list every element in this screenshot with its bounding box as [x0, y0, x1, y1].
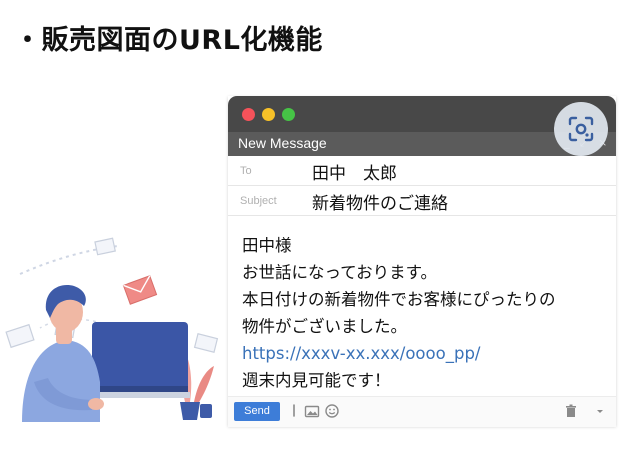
page-heading: ・販売図面のURL化機能: [14, 25, 323, 56]
to-label: To: [240, 165, 252, 177]
drawing-url-link[interactable]: https://xxxv-xx.xxx/oooo_pp/: [242, 340, 614, 367]
attach-icon[interactable]: [290, 403, 298, 419]
send-button[interactable]: Send: [234, 402, 280, 421]
to-field[interactable]: 田中 太郎: [312, 159, 397, 184]
more-options-icon[interactable]: [594, 403, 606, 419]
compose-footer: Send: [228, 396, 616, 427]
body-line: 田中様: [242, 236, 292, 255]
lens-scan-icon: [568, 116, 594, 142]
new-message-window: New Message _ ⤢ × To 田中 太郎 Subject 新着物件の…: [228, 96, 616, 427]
close-window-button[interactable]: [242, 108, 255, 121]
zoom-window-button[interactable]: [282, 108, 295, 121]
lens-scan-button[interactable]: [554, 102, 608, 156]
subject-label: Subject: [240, 195, 277, 207]
body-line: 本日付けの新着物件でお客様にぴったりの: [242, 290, 556, 309]
body-line: 週末内見可能です！: [242, 371, 391, 390]
body-line: お世話になっております。: [242, 263, 438, 282]
image-icon[interactable]: [304, 403, 320, 419]
body-line: 物件がございました。: [242, 317, 407, 336]
subject-field-row[interactable]: Subject 新着物件のご連絡: [228, 186, 616, 216]
message-window-title: New Message: [238, 135, 327, 151]
person-laptop-illustration: [5, 237, 219, 422]
minimize-window-button[interactable]: [262, 108, 275, 121]
to-field-row[interactable]: To 田中 太郎: [228, 156, 616, 186]
emoji-icon[interactable]: [324, 403, 340, 419]
message-body[interactable]: 田中様 お世話になっております。 本日付けの新着物件でお客様にぴったりの 物件が…: [242, 232, 614, 394]
trash-icon[interactable]: [564, 403, 578, 419]
subject-field[interactable]: 新着物件のご連絡: [312, 189, 448, 214]
